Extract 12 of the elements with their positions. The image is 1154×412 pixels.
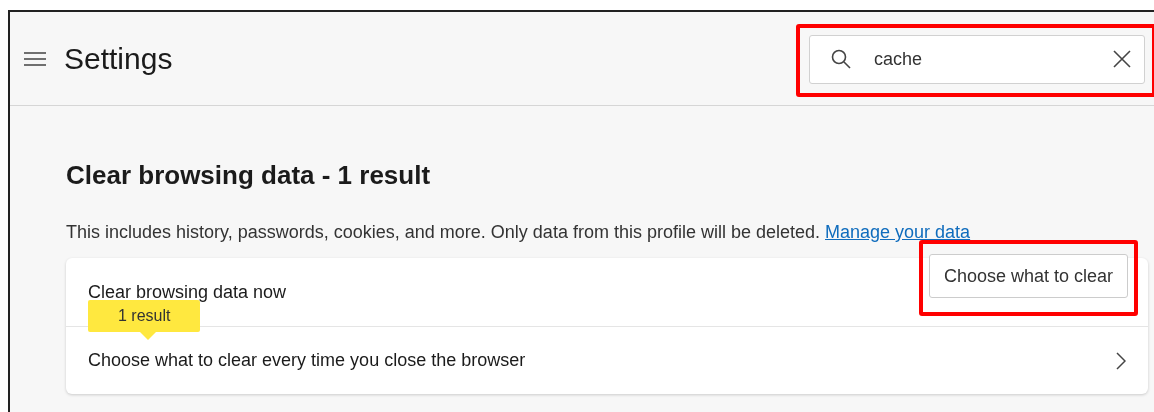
tooltip-pointer: [140, 332, 156, 340]
choose-button[interactable]: Choose what to clear: [928, 254, 1128, 298]
setting-label: Choose what to clear every time you close the browser: [88, 349, 526, 372]
search-field[interactable]: cache: [809, 35, 1145, 84]
chevron-icon[interactable]: [1116, 351, 1126, 370]
close-icon[interactable]: [1113, 50, 1131, 68]
page-title: Settings: [64, 41, 173, 77]
manage-data-link[interactable]: Manage your data: [825, 222, 971, 242]
section-description: This includes history, passwords, cookies, and more. Only data from this profile will be deleted.: [66, 222, 820, 242]
search-icon: [831, 49, 851, 69]
menu-icon[interactable]: [24, 51, 46, 66]
section-title: Clear browsing data - 1 result: [66, 159, 432, 192]
